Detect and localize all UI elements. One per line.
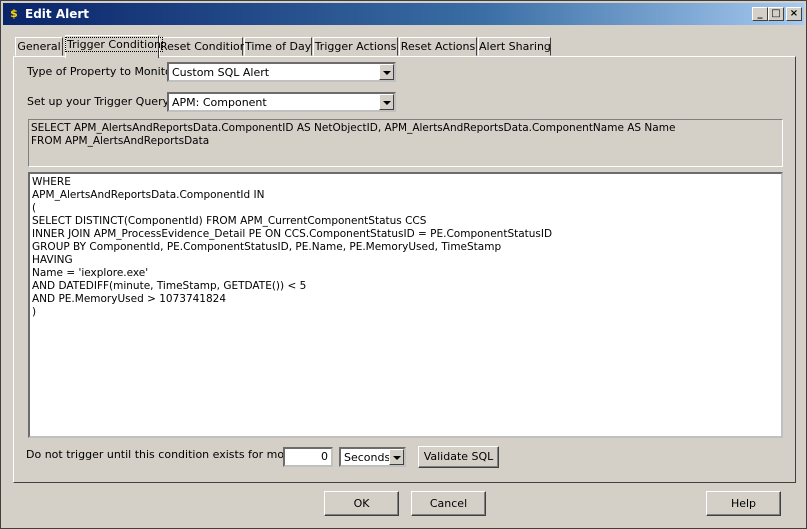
sql-where-editor[interactable]: WHERE APM_AlertsAndReportsData.Component… [28,172,783,438]
sql-body-line: AND DATEDIFF(minute, TimeStamp, GETDATE(… [32,280,307,292]
title-bar[interactable]: $ Edit Alert _ □ × [3,3,804,25]
dropdown-arrow-icon[interactable] [379,94,394,110]
duration-unit-value: Seconds [344,451,391,464]
tab-general[interactable]: General [15,37,63,56]
help-button[interactable]: Help [706,491,781,516]
sql-body-line: SELECT DISTINCT(ComponentId) FROM APM_Cu… [32,215,427,227]
property-type-label: Type of Property to Monitor: [27,65,180,78]
sql-body-line: APM_AlertsAndReportsData.ComponentId IN [32,189,265,201]
sql-body-line: Name = 'iexplore.exe' [32,267,149,279]
dropdown-arrow-icon[interactable] [379,64,394,80]
close-button[interactable]: × [786,7,802,21]
trigger-query-select[interactable]: APM: Component [167,92,396,112]
sql-body-line: HAVING [32,254,73,266]
property-type-value: Custom SQL Alert [172,66,270,79]
sql-header-line: FROM APM_AlertsAndReportsData [31,135,210,147]
tab-alert-sharing[interactable]: Alert Sharing [478,37,551,56]
maximize-button[interactable]: □ [768,7,784,21]
duration-unit-select[interactable]: Seconds [339,447,406,467]
ok-button[interactable]: OK [324,491,399,516]
window-title: Edit Alert [25,7,90,21]
app-icon: $ [10,7,18,20]
minimize-button[interactable]: _ [752,7,768,21]
validate-sql-button[interactable]: Validate SQL [418,446,499,468]
tab-time-of-day[interactable]: Time of Day [244,37,312,56]
sql-select-readonly: SELECT APM_AlertsAndReportsData.Componen… [28,119,783,167]
cancel-button[interactable]: Cancel [411,491,486,516]
tab-trigger-actions[interactable]: Trigger Actions [313,37,398,56]
sql-body-line: AND PE.MemoryUsed > 1073741824 [32,293,227,305]
sql-body-line: ) [32,306,37,318]
trigger-query-value: APM: Component [172,96,267,109]
tab-reset-actions[interactable]: Reset Actions [399,37,477,56]
duration-input[interactable]: 0 [283,447,333,467]
tab-reset-condition[interactable]: Reset Condition [159,37,247,56]
dropdown-arrow-icon[interactable] [389,449,404,465]
sql-body-line: INNER JOIN APM_ProcessEvidence_Detail PE… [32,228,553,240]
sql-body-line: ( [32,202,37,214]
property-type-select[interactable]: Custom SQL Alert [167,62,396,82]
trigger-query-label: Set up your Trigger Query [27,95,170,108]
sql-body-line: GROUP BY ComponentId, PE.ComponentStatus… [32,241,502,253]
duration-label: Do not trigger until this condition exis… [26,448,324,461]
sql-header-line: SELECT APM_AlertsAndReportsData.Componen… [31,122,676,134]
edit-alert-window: $ Edit Alert _ □ × General Trigger Condi… [0,0,807,529]
sql-body-line: WHERE [32,176,71,188]
tab-trigger-condition[interactable]: Trigger Condition [65,35,163,58]
